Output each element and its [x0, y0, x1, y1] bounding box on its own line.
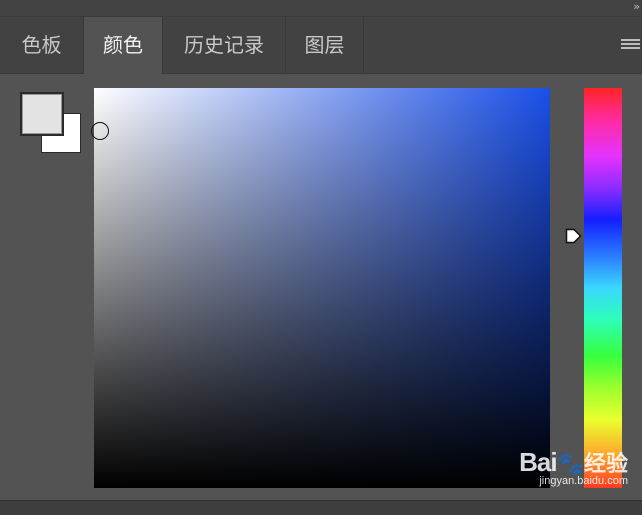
panel-top-bar: ›› — [0, 0, 642, 17]
panel-tab-bar: 色板 颜色 历史记录 图层 — [0, 17, 642, 74]
baidu-jingyan-watermark: Bai🐾经验 jingyan.baidu.com — [519, 446, 628, 487]
tab-layers[interactable]: 图层 — [286, 17, 364, 73]
panel-menu-icon[interactable] — [621, 39, 640, 51]
color-field[interactable] — [94, 88, 550, 488]
collapse-panels-icon[interactable]: ›› — [633, 0, 640, 14]
paw-icon: 🐾 — [556, 451, 584, 476]
watermark-logo-text: Bai — [519, 447, 557, 477]
panel-bottom-bar — [0, 500, 642, 515]
hue-slider-thumb-icon[interactable] — [565, 228, 582, 244]
watermark-logo-cn: 经验 — [583, 451, 628, 476]
tab-color[interactable]: 颜色 — [84, 17, 163, 74]
tab-swatches[interactable]: 色板 — [0, 17, 84, 73]
foreground-color-swatch[interactable] — [20, 92, 64, 136]
hue-slider[interactable] — [584, 88, 622, 488]
tab-history[interactable]: 历史记录 — [163, 17, 286, 73]
color-picker-circle[interactable] — [91, 122, 109, 140]
